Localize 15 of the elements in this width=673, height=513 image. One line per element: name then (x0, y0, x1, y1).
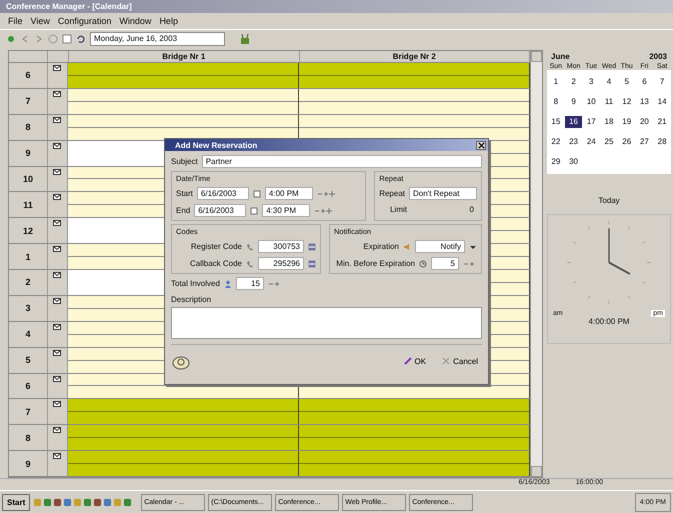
field-label: Description (171, 295, 212, 304)
field-label: Callback Code (190, 259, 242, 268)
field-label: Expiration (363, 242, 399, 251)
field-label: Repeat (379, 189, 405, 198)
field-label: End (176, 206, 190, 215)
field-label: Total Involved (171, 279, 220, 288)
field-label: Limit (390, 205, 407, 214)
window-title: Conference Manager - [Calendar] (6, 2, 132, 11)
field-label: Subject (171, 157, 198, 166)
field-label: Register Code (190, 242, 242, 251)
field-label: Start (176, 189, 193, 198)
column-header: Bridge Nr 1 (69, 51, 300, 62)
clock-time: 4:00:00 PM (588, 317, 630, 326)
dialog-title: Add New Reservation (175, 140, 258, 150)
field-label: Min. Before Expiration (336, 259, 415, 268)
